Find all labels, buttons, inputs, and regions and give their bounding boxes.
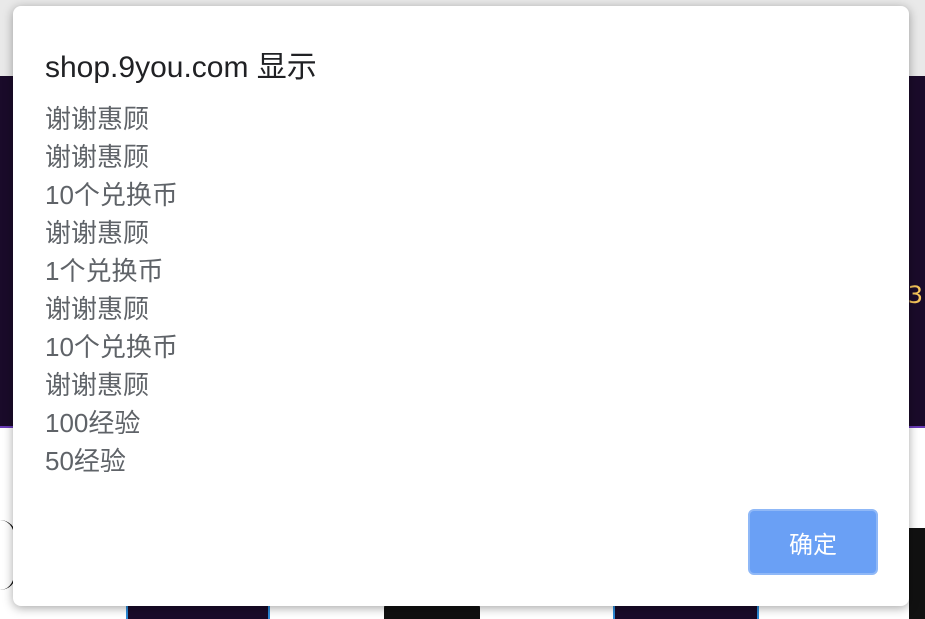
ok-button[interactable]: 确定 <box>748 509 878 575</box>
message-line: 谢谢惠顾 <box>45 218 150 248</box>
message-line: 100经验 <box>45 408 141 438</box>
banner-text: 3 <box>907 281 923 309</box>
dialog-title: shop.9you.com 显示 <box>45 51 317 84</box>
message-line: 1个兑换币 <box>45 256 164 286</box>
alert-dialog: shop.9you.com 显示 谢谢惠顾 谢谢惠顾 10个兑换币 谢谢惠顾 1… <box>13 6 909 606</box>
message-line: 谢谢惠顾 <box>45 370 150 400</box>
message-line: 谢谢惠顾 <box>45 294 150 324</box>
message-line: 谢谢惠顾 <box>45 104 150 134</box>
message-line: 50经验 <box>45 446 126 476</box>
message-line: 10个兑换币 <box>45 332 178 362</box>
message-line: 10个兑换币 <box>45 180 178 210</box>
dialog-message: 谢谢惠顾 谢谢惠顾 10个兑换币 谢谢惠顾 1个兑换币 谢谢惠顾 10个兑换币 … <box>45 100 178 480</box>
product-image <box>909 528 925 619</box>
message-line: 谢谢惠顾 <box>45 142 150 172</box>
